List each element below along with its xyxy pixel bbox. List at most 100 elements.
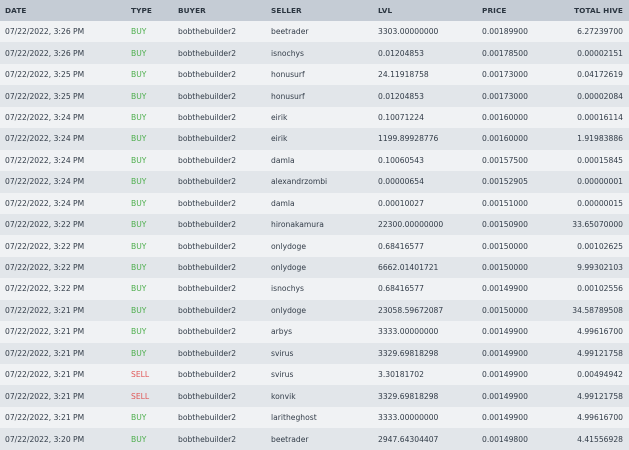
header-row: DATE TYPE BUYER SELLER LVL PRICE TOTAL H… — [0, 0, 629, 21]
table-row: 07/22/2022, 3:20 PM BUY bobthebuilder2 beet… — [0, 428, 629, 450]
column-header-date[interactable]: DATE — [0, 0, 126, 21]
cell-type: BUY — [131, 434, 147, 444]
cell-total-hive: 33.65070000 — [572, 220, 623, 230]
cell-lvl: 0.00000654 — [378, 177, 424, 187]
cell-lvl: 3333.00000000 — [378, 327, 439, 337]
cell-type: BUY — [131, 112, 147, 122]
cell-seller: damla — [271, 155, 295, 165]
cell-seller: eirik — [271, 134, 288, 144]
cell-type: BUY — [131, 48, 147, 58]
cell-total-hive: 4.99121758 — [577, 348, 623, 358]
cell-total-hive: 0.00102625 — [577, 241, 623, 251]
cell-total-hive: 4.99616700 — [577, 413, 623, 423]
table-body: 07/22/2022, 3:26 PM BUY bobthebuilder2 beet… — [0, 21, 629, 450]
column-header-lvl[interactable]: LVL — [373, 0, 477, 21]
cell-price: 0.00149900 — [482, 327, 528, 337]
cell-total-hive: 0.00494942 — [577, 370, 623, 380]
cell-price: 0.00150000 — [482, 263, 528, 273]
cell-seller: onlydoge — [271, 241, 307, 251]
table-row: 07/22/2022, 3:25 PM BUY bobthebuilder2 honu… — [0, 63, 629, 86]
cell-lvl: 3.30181702 — [378, 370, 424, 380]
cell-date: 07/22/2022, 3:24 PM — [5, 134, 85, 144]
cell-total-hive: 0.00002084 — [577, 91, 623, 101]
cell-type: BUY — [131, 70, 147, 80]
cell-type: BUY — [131, 91, 147, 101]
cell-seller: eirik — [271, 112, 288, 122]
column-header-price[interactable]: PRICE — [477, 0, 557, 21]
cell-buyer: bobthebuilder2 — [178, 155, 237, 165]
cell-seller: damla — [271, 198, 295, 208]
column-header-type[interactable]: TYPE — [126, 0, 173, 21]
cell-lvl: 0.10071224 — [378, 112, 424, 122]
cell-price: 0.00150000 — [482, 241, 528, 251]
cell-type: BUY — [131, 27, 147, 37]
cell-seller: hironakamura — [271, 220, 324, 230]
cell-price: 0.00150900 — [482, 220, 528, 230]
cell-type: BUY — [131, 348, 147, 358]
cell-total-hive: 0.04172619 — [577, 70, 623, 80]
cell-price: 0.00151000 — [482, 198, 528, 208]
cell-total-hive: 4.41556928 — [577, 434, 623, 444]
cell-type: BUY — [131, 284, 147, 294]
cell-lvl: 22300.00000000 — [378, 220, 444, 230]
column-header-total-hive[interactable]: TOTAL HIVE — [557, 0, 629, 21]
cell-price: 0.00157500 — [482, 155, 528, 165]
cell-buyer: bobthebuilder2 — [178, 177, 237, 187]
cell-buyer: bobthebuilder2 — [178, 70, 237, 80]
cell-seller: honusurf — [271, 70, 305, 80]
cell-buyer: bobthebuilder2 — [178, 220, 237, 230]
table-row: 07/22/2022, 3:25 PM BUY bobthebuilder2 honu… — [0, 85, 629, 107]
cell-seller: isnochys — [271, 284, 304, 294]
column-header-seller[interactable]: SELLER — [266, 0, 373, 21]
cell-total-hive: 4.99121758 — [577, 391, 623, 401]
cell-type: BUY — [131, 327, 147, 337]
cell-lvl: 3329.69818298 — [378, 348, 439, 358]
cell-price: 0.00149900 — [482, 413, 528, 423]
cell-total-hive: 0.00000015 — [577, 198, 623, 208]
cell-lvl: 0.00010027 — [378, 198, 424, 208]
cell-buyer: bobthebuilder2 — [178, 434, 237, 444]
cell-date: 07/22/2022, 3:22 PM — [5, 220, 85, 230]
cell-type: SELL — [131, 370, 150, 380]
cell-lvl: 1199.89928776 — [378, 134, 439, 144]
cell-buyer: bobthebuilder2 — [178, 263, 237, 273]
cell-buyer: bobthebuilder2 — [178, 305, 237, 315]
table-row: 07/22/2022, 3:24 PM BUY bobthebuilder2 eiri… — [0, 106, 629, 129]
cell-price: 0.00160000 — [482, 112, 528, 122]
cell-lvl: 24.11918758 — [378, 70, 429, 80]
cell-seller: isnochys — [271, 48, 304, 58]
cell-date: 07/22/2022, 3:25 PM — [5, 91, 85, 101]
cell-date: 07/22/2022, 3:21 PM — [5, 348, 85, 358]
cell-buyer: bobthebuilder2 — [178, 27, 237, 37]
cell-lvl: 0.68416577 — [378, 284, 424, 294]
cell-buyer: bobthebuilder2 — [178, 348, 237, 358]
table-row: 07/22/2022, 3:21 PM SELL bobthebuilder2 kon… — [0, 385, 629, 407]
table-row: 07/22/2022, 3:24 PM BUY bobthebuilder2 alex… — [0, 171, 629, 193]
cell-date: 07/22/2022, 3:21 PM — [5, 413, 85, 423]
cell-lvl: 3329.69818298 — [378, 391, 439, 401]
cell-total-hive: 0.00016114 — [577, 112, 623, 122]
cell-date: 07/22/2022, 3:21 PM — [5, 305, 85, 315]
cell-date: 07/22/2022, 3:25 PM — [5, 70, 85, 80]
cell-date: 07/22/2022, 3:24 PM — [5, 155, 85, 165]
cell-type: BUY — [131, 134, 147, 144]
cell-buyer: bobthebuilder2 — [178, 91, 237, 101]
cell-buyer: bobthebuilder2 — [178, 48, 237, 58]
table-row: 07/22/2022, 3:21 PM BUY bobthebuilder2 svir… — [0, 342, 629, 364]
cell-buyer: bobthebuilder2 — [178, 241, 237, 251]
cell-total-hive: 0.00015845 — [577, 155, 623, 165]
cell-seller: konvik — [271, 391, 296, 401]
cell-type: BUY — [131, 413, 147, 423]
cell-price: 0.00160000 — [482, 134, 528, 144]
table-row: 07/22/2022, 3:22 PM BUY bobthebuilder2 only… — [0, 256, 629, 279]
cell-price: 0.00150000 — [482, 305, 528, 315]
cell-lvl: 3303.00000000 — [378, 27, 439, 37]
cell-price: 0.00189900 — [482, 27, 528, 37]
cell-date: 07/22/2022, 3:20 PM — [5, 434, 85, 444]
cell-lvl: 0.01204853 — [378, 48, 424, 58]
column-header-buyer[interactable]: BUYER — [173, 0, 266, 21]
cell-buyer: bobthebuilder2 — [178, 413, 237, 423]
cell-type: BUY — [131, 155, 147, 165]
table-row: 07/22/2022, 3:22 PM BUY bobthebuilder2 hiro… — [0, 213, 629, 236]
cell-total-hive: 0.00000001 — [577, 177, 623, 187]
